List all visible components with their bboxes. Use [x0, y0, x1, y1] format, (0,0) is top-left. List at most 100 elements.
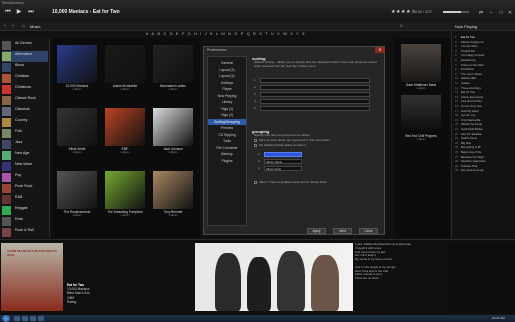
fields-grouping-checkbox[interactable]	[254, 144, 257, 147]
album-tile[interactable]: Elliott Smith 1 album	[55, 105, 99, 155]
taskbar-app-icon[interactable]	[38, 316, 44, 321]
sort-field-select[interactable]	[260, 85, 370, 90]
taskbar-app-icon[interactable]	[30, 316, 36, 321]
sort-field-select[interactable]	[260, 106, 370, 111]
playlist-item[interactable]: 28. Stockton Gala Days	[455, 159, 486, 163]
sort-field-select[interactable]	[260, 99, 370, 104]
album-tile[interactable]: Alanis Morissette 1 album	[103, 42, 147, 92]
sidebar-item-genre[interactable]: Christian	[2, 73, 48, 84]
play-icon[interactable]: ▶	[15, 9, 23, 15]
playlist-item[interactable]: 23. Noah's Dove	[455, 136, 477, 140]
next-icon[interactable]: ⏭	[27, 9, 35, 15]
alpha-letter[interactable]: V	[277, 31, 280, 38]
album-tile[interactable]: Barenaked Ladies 1 album	[151, 42, 195, 92]
alpha-letter[interactable]: F	[182, 31, 184, 38]
playlist-item[interactable]: 18. Let Her Cry	[455, 113, 475, 117]
sidebar-item-genre[interactable]: Classical	[2, 106, 48, 117]
playlist-item[interactable]: 5. You Happy Puppet	[455, 53, 484, 57]
sidebar-item-genre[interactable]: Christmas	[2, 84, 48, 95]
playlist-item[interactable]: 26. Beginning of the	[455, 150, 481, 154]
album-tile[interactable]: 10,000 Maniacs 1 album	[55, 42, 99, 92]
apply-button[interactable]: Apply	[307, 228, 326, 234]
category-item[interactable]: Layout (1)	[208, 67, 246, 73]
sidebar-item-genre[interactable]: Rock & Roll	[2, 227, 48, 238]
sidebar-item-genre[interactable]: Classic Rock	[2, 95, 48, 106]
category-item[interactable]: Plugins	[208, 158, 246, 164]
category-item[interactable]: Tools	[208, 138, 246, 144]
category-item[interactable]: File Converter	[208, 145, 246, 151]
shuffle-icon[interactable]: ⇄	[477, 10, 485, 16]
back-icon[interactable]: ‹	[4, 23, 6, 29]
group-field-select[interactable]	[264, 152, 302, 157]
sort-field-select[interactable]	[260, 78, 370, 83]
alpha-letter[interactable]: H	[194, 31, 197, 38]
sidebar-item-genre[interactable]: R&B	[2, 194, 48, 205]
playlist-item[interactable]: 1. Eat for Two	[455, 35, 475, 39]
album-tile[interactable]: The Replacements 1 album	[55, 168, 99, 218]
playlist-item[interactable]: 30. Hey Jack Kerouac	[455, 168, 484, 172]
folder-grouping-checkbox[interactable]	[254, 139, 257, 142]
playlist-item[interactable]: 25. Everything Is Br	[455, 145, 481, 149]
alpha-letter[interactable]: T	[265, 31, 267, 38]
group-field-select[interactable]: Album Artist	[264, 166, 302, 171]
alpha-letter[interactable]: I	[200, 31, 201, 38]
sidebar-item-genre[interactable]: New Wave	[2, 161, 48, 172]
sidebar-item-genre[interactable]: Folk	[2, 128, 48, 139]
playlist-item[interactable]: 9. The Lion's Share	[455, 72, 482, 76]
sidebar-item-genre[interactable]: All Genres	[2, 40, 48, 51]
category-item[interactable]: CD Ripping	[208, 132, 246, 138]
maximize-icon[interactable]: □	[497, 10, 505, 16]
alpha-letter[interactable]: C	[163, 31, 166, 38]
alpha-letter[interactable]: X	[290, 31, 293, 38]
alpha-letter[interactable]: P	[241, 31, 244, 38]
playlist-item[interactable]: 16. I'm the Only One	[455, 104, 482, 108]
album-tile[interactable]: EMF 1 album	[103, 105, 147, 155]
forward-icon[interactable]: ›	[12, 23, 14, 29]
sidebar-item-genre[interactable]: Pop	[2, 172, 48, 183]
playlist-item[interactable]: 22. Like the Weather	[455, 132, 482, 136]
compilations-checkbox[interactable]	[254, 181, 257, 184]
sidebar-item-genre[interactable]: Jazz	[2, 139, 48, 150]
sidebar-item-genre[interactable]: New Age	[2, 150, 48, 161]
category-item[interactable]: Tags (1)	[208, 106, 246, 112]
category-item[interactable]: Preview	[208, 125, 246, 131]
alpha-letter[interactable]: J	[205, 31, 207, 38]
album-tile[interactable]: Red Hot Chili Peppers 1 album	[399, 92, 443, 142]
album-tile[interactable]: Dave Matthews Band 1 album	[399, 41, 443, 91]
sidebar-item-genre[interactable]: Rock	[2, 216, 48, 227]
alpha-letter[interactable]: E	[176, 31, 179, 38]
alpha-letter[interactable]: O	[234, 31, 237, 38]
playlist-item[interactable]: 8. Dust Bowl	[455, 67, 474, 71]
alpha-letter[interactable]: Z	[302, 31, 304, 38]
category-item[interactable]: Hotkeys	[208, 80, 246, 86]
alpha-letter[interactable]: U	[271, 31, 274, 38]
playlist-item[interactable]: 17. Hold My Hand	[455, 109, 479, 113]
alpha-letter[interactable]: N	[228, 31, 231, 38]
sidebar-item-genre[interactable]: Blues	[2, 62, 48, 73]
alpha-letter[interactable]: B	[158, 31, 161, 38]
playlist-item[interactable]: 12. These Are Days	[455, 86, 481, 90]
category-item[interactable]: Tags (2)	[208, 112, 246, 118]
sidebar-item-genre[interactable]: Country	[2, 117, 48, 128]
alpha-letter[interactable]: S	[259, 31, 262, 38]
close-icon[interactable]: ✕	[506, 10, 514, 16]
playlist-item[interactable]: 24. Big Star	[455, 141, 471, 145]
playlist-item[interactable]: 2. Please Forgive Us	[455, 40, 484, 44]
alpha-letter[interactable]: A	[152, 31, 155, 38]
playlist-item[interactable]: 3. You Are Mine	[455, 44, 478, 48]
alpha-letter[interactable]: M	[221, 31, 224, 38]
playlist-item[interactable]: 14. Candy Everybody	[455, 95, 483, 99]
category-item[interactable]: Sorting/Grouping	[208, 118, 246, 125]
start-button[interactable]	[2, 315, 10, 322]
taskbar-app-icon[interactable]	[22, 316, 28, 321]
playlist-item[interactable]: 10. Hidden Hills	[455, 76, 476, 80]
playlist-item[interactable]: 11. Jubilee	[455, 81, 470, 85]
home-icon[interactable]: ⌂	[22, 23, 25, 29]
alpha-letter[interactable]: #	[146, 31, 148, 38]
category-item[interactable]: Now Playing	[208, 93, 246, 99]
category-item[interactable]: Player	[208, 86, 246, 92]
sidebar-item-genre[interactable]: Alternative	[2, 51, 48, 62]
playlist-item[interactable]: 7. Poison in the Well	[455, 63, 483, 67]
volume-slider[interactable]	[443, 11, 469, 13]
alpha-letter[interactable]: K	[210, 31, 213, 38]
